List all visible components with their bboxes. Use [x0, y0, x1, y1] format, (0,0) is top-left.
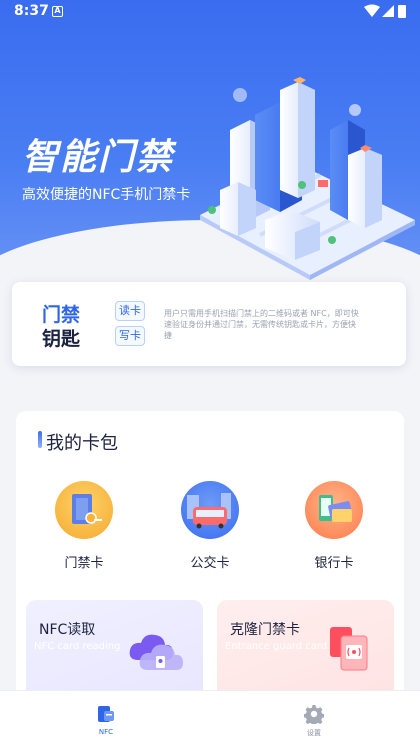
hero-subtitle: 高效便捷的NFC手机门禁卡 — [22, 187, 191, 203]
wallet-item-bank-card[interactable]: 银行卡 — [284, 481, 384, 571]
key-title-line2: 钥匙 — [42, 328, 81, 350]
key-title-line1: 门禁 — [42, 304, 81, 326]
nav-label: 设置 — [307, 729, 321, 737]
feature-subtitle: Entrance guard card — [225, 641, 328, 652]
nav-label: NFC — [98, 728, 114, 736]
wallet-item-access-card[interactable]: 门禁卡 — [34, 481, 134, 571]
feature-title: 克隆门禁卡 — [230, 622, 300, 638]
door-key-card[interactable]: 门禁 钥匙 读卡 写卡 用户只需用手机扫描门禁上的二维码或者 NFC，即可快速验… — [12, 282, 406, 366]
bank-card-icon — [305, 481, 363, 539]
clone-card-feature[interactable]: 克隆门禁卡 Entrance guard card — [217, 600, 394, 701]
read-card-button[interactable]: 读卡 — [115, 301, 145, 321]
battery-icon — [398, 5, 406, 18]
notification-icon: A — [52, 6, 63, 17]
clone-card-icon — [330, 627, 368, 671]
nav-tab-nfc[interactable]: NFC — [66, 691, 146, 746]
nav-tab-settings[interactable]: 设置 — [274, 691, 354, 746]
write-card-button[interactable]: 写卡 — [115, 326, 145, 346]
hero-banner: 8:37 A 智能门禁 高效便捷的NFC手机门禁卡 — [0, 0, 420, 300]
nfc-read-feature[interactable]: NFC读取 NFC card reading — [26, 600, 203, 701]
gear-icon — [303, 704, 325, 727]
hero-title: 智能门禁 — [22, 137, 175, 178]
card-wallet: 我的卡包 门禁卡 公交卡 银行卡 NFC读取 NFC card reading … — [16, 411, 404, 701]
wallet-item-label: 公交卡 — [190, 556, 230, 571]
nfc-cloud-icon — [129, 634, 183, 670]
key-description: 用户只需用手机扫描门禁上的二维码或者 NFC，即可快速验证身份并通过门禁，无需传… — [164, 309, 359, 340]
access-card-icon — [55, 481, 113, 539]
feature-title: NFC读取 — [39, 622, 96, 638]
wifi-icon — [364, 4, 380, 17]
smart-city-illustration — [200, 77, 415, 280]
wallet-item-label: 门禁卡 — [64, 556, 104, 571]
wallet-title: 我的卡包 — [46, 433, 118, 454]
wallet-title-accent — [38, 431, 42, 448]
wallet-item-bus-card[interactable]: 公交卡 — [160, 481, 260, 571]
feature-subtitle: NFC card reading — [34, 641, 121, 652]
signal-icon — [382, 5, 394, 17]
nfc-card-icon — [96, 704, 116, 724]
status-time: 8:37 — [14, 3, 49, 19]
wallet-item-label: 银行卡 — [314, 556, 354, 571]
status-bar: 8:37 A — [0, 0, 420, 24]
bottom-navigation: NFC 设置 — [0, 690, 420, 746]
bus-card-icon — [181, 481, 239, 539]
